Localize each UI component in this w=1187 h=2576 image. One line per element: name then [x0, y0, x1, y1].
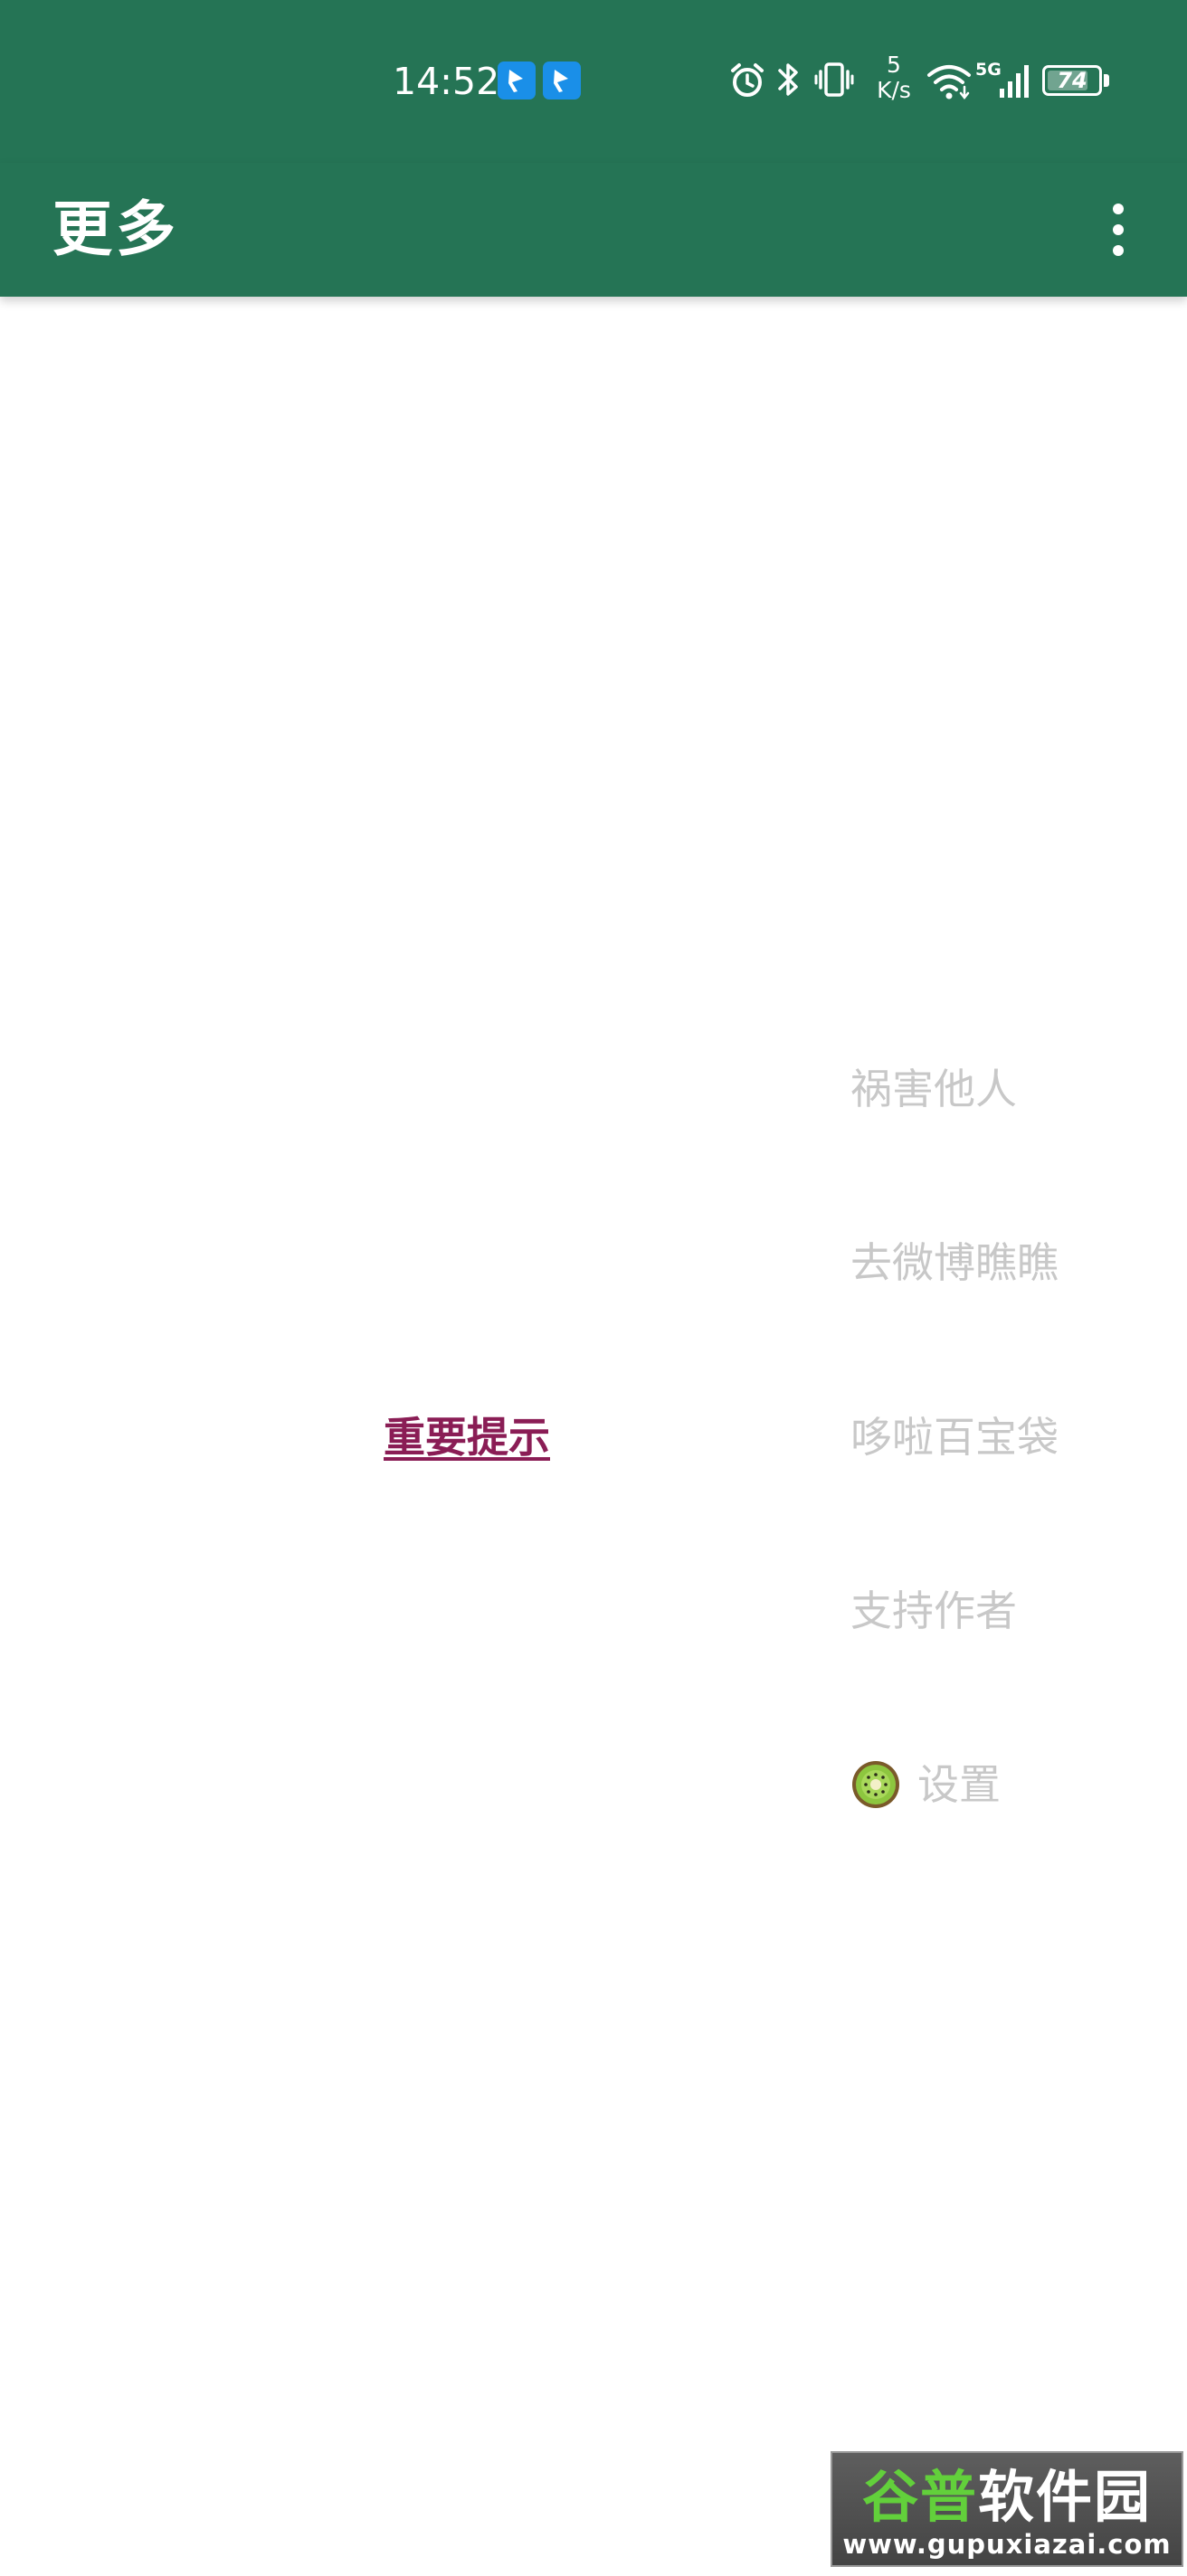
- watermark-title-part2: 软件园: [978, 2464, 1153, 2530]
- kiwi-icon: [850, 1759, 901, 1810]
- more-vert-icon[interactable]: [1086, 185, 1151, 275]
- menu-item-label: 支持作者: [850, 1586, 1017, 1635]
- menu-item-label: 设置: [917, 1760, 1001, 1809]
- menu-item-harm-others[interactable]: 祸害他人: [850, 1058, 1017, 1120]
- menu-dot: [1113, 204, 1124, 214]
- menu-item-visit-weibo[interactable]: 去微博瞧瞧: [850, 1232, 1059, 1293]
- vibrate-icon: [814, 60, 854, 103]
- menu-item-doraemon-pocket[interactable]: 哆啦百宝袋: [850, 1406, 1059, 1468]
- bluetooth-icon: [776, 60, 802, 103]
- menu-item-settings[interactable]: 设置: [850, 1754, 1001, 1815]
- status-time: 14:52: [393, 60, 500, 103]
- menu-dot: [1113, 245, 1124, 256]
- menu-dot: [1113, 224, 1124, 235]
- menu-item-label: 去微博瞧瞧: [850, 1238, 1059, 1287]
- wifi-icon: [926, 62, 972, 103]
- signal-icon: [999, 63, 1031, 103]
- watermark-logo: 谷普 软件园 www.gupuxiazai.com: [831, 2451, 1183, 2567]
- status-bar: 14:52 5 K/s 5G 74: [0, 0, 1187, 163]
- watermark-title-part1: 谷普: [861, 2464, 978, 2530]
- important-notice-link[interactable]: 重要提示: [384, 1406, 550, 1468]
- network-speed: 5 K/s: [870, 52, 917, 103]
- app-notification-icon: [543, 62, 581, 99]
- menu-item-support-author[interactable]: 支持作者: [850, 1580, 1017, 1642]
- battery-level: 74: [1057, 68, 1087, 93]
- battery-tip: [1104, 74, 1109, 87]
- app-notification-icon: [498, 62, 536, 99]
- app-bar: 更多: [0, 163, 1187, 297]
- network-type: 5G: [975, 60, 1002, 80]
- menu-item-label: 祸害他人: [850, 1065, 1017, 1113]
- watermark-url: www.gupuxiazai.com: [842, 2529, 1172, 2560]
- network-speed-value: 5: [887, 52, 901, 78]
- alarm-icon: [729, 62, 765, 103]
- watermark-title: 谷普 软件园: [832, 2453, 1182, 2531]
- menu-item-label: 哆啦百宝袋: [850, 1413, 1059, 1462]
- network-speed-unit: K/s: [877, 77, 911, 103]
- page-title: 更多: [52, 194, 179, 264]
- battery-indicator: 74: [1042, 65, 1102, 96]
